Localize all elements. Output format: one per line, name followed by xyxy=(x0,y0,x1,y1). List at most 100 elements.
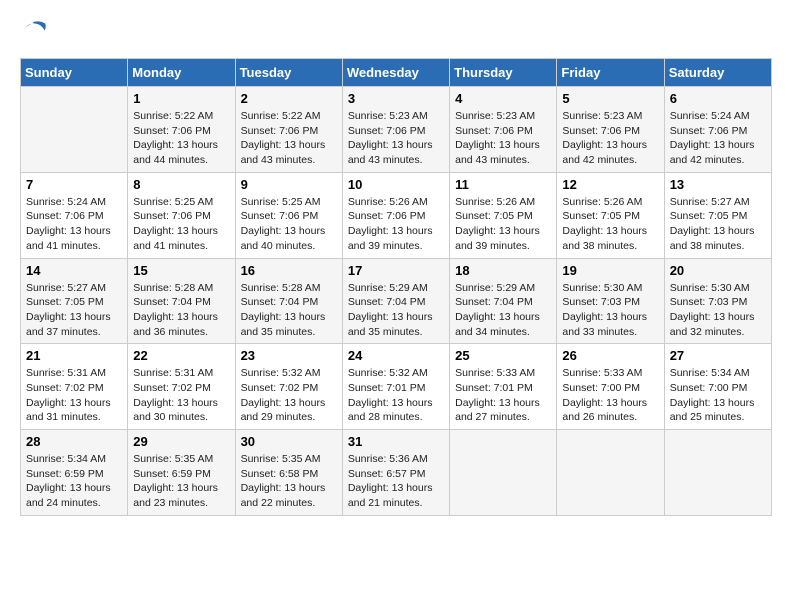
week-row-5: 28Sunrise: 5:34 AMSunset: 6:59 PMDayligh… xyxy=(21,430,772,516)
day-cell: 19Sunrise: 5:30 AMSunset: 7:03 PMDayligh… xyxy=(557,258,664,344)
day-number: 11 xyxy=(455,177,551,192)
day-info: Sunrise: 5:25 AMSunset: 7:06 PMDaylight:… xyxy=(133,195,229,254)
header-wednesday: Wednesday xyxy=(342,59,449,87)
header-monday: Monday xyxy=(128,59,235,87)
day-cell: 20 Sunrise: 5:30 AMSunset: 7:03 PMDayligh… xyxy=(664,258,771,344)
day-cell: 7Sunrise: 5:24 AMSunset: 7:06 PMDaylight… xyxy=(21,172,128,258)
day-cell: 23 Sunrise: 5:32 AMSunset: 7:02 PMDayligh… xyxy=(235,344,342,430)
day-number: 20 xyxy=(670,263,766,278)
day-info: Sunrise: 5:23 AMSunset: 7:06 PMDaylight:… xyxy=(348,109,444,168)
week-row-4: 21 Sunrise: 5:31 AMSunset: 7:02 PMDayligh… xyxy=(21,344,772,430)
day-info: Sunrise: 5:29 AMSunset: 7:04 PMDaylight:… xyxy=(455,281,551,340)
day-cell: 8 Sunrise: 5:25 AMSunset: 7:06 PMDaylight… xyxy=(128,172,235,258)
day-info: Sunrise: 5:26 AMSunset: 7:05 PMDaylight:… xyxy=(455,195,551,254)
day-cell: 13 Sunrise: 5:27 AMSunset: 7:05 PMDayligh… xyxy=(664,172,771,258)
day-number: 16 xyxy=(241,263,337,278)
day-info: Sunrise: 5:23 AMSunset: 7:06 PMDaylight:… xyxy=(455,109,551,168)
day-number: 10 xyxy=(348,177,444,192)
page-header xyxy=(20,20,772,48)
day-number: 22 xyxy=(133,348,229,363)
day-cell: 17 Sunrise: 5:29 AMSunset: 7:04 PMDayligh… xyxy=(342,258,449,344)
day-info: Sunrise: 5:27 AMSunset: 7:05 PMDaylight:… xyxy=(670,195,766,254)
day-info: Sunrise: 5:32 AMSunset: 7:02 PMDaylight:… xyxy=(241,366,337,425)
day-info: Sunrise: 5:31 AMSunset: 7:02 PMDaylight:… xyxy=(26,366,122,425)
day-info: Sunrise: 5:35 AMSunset: 6:58 PMDaylight:… xyxy=(241,452,337,511)
day-cell: 9Sunrise: 5:25 AMSunset: 7:06 PMDaylight… xyxy=(235,172,342,258)
calendar-table: SundayMondayTuesdayWednesdayThursdayFrid… xyxy=(20,58,772,516)
day-cell: 16 Sunrise: 5:28 AMSunset: 7:04 PMDayligh… xyxy=(235,258,342,344)
day-cell: 6 Sunrise: 5:24 AMSunset: 7:06 PMDaylight… xyxy=(664,87,771,173)
day-info: Sunrise: 5:36 AMSunset: 6:57 PMDaylight:… xyxy=(348,452,444,511)
day-number: 2 xyxy=(241,91,337,106)
day-info: Sunrise: 5:24 AMSunset: 7:06 PMDaylight:… xyxy=(26,195,122,254)
day-info: Sunrise: 5:28 AMSunset: 7:04 PMDaylight:… xyxy=(241,281,337,340)
day-number: 4 xyxy=(455,91,551,106)
day-cell: 21 Sunrise: 5:31 AMSunset: 7:02 PMDayligh… xyxy=(21,344,128,430)
header-thursday: Thursday xyxy=(450,59,557,87)
day-cell: 14 Sunrise: 5:27 AMSunset: 7:05 PMDayligh… xyxy=(21,258,128,344)
day-cell: 12Sunrise: 5:26 AMSunset: 7:05 PMDayligh… xyxy=(557,172,664,258)
logo xyxy=(20,20,52,48)
day-number: 23 xyxy=(241,348,337,363)
day-number: 25 xyxy=(455,348,551,363)
day-cell: 11 Sunrise: 5:26 AMSunset: 7:05 PMDayligh… xyxy=(450,172,557,258)
day-cell: 4 Sunrise: 5:23 AMSunset: 7:06 PMDaylight… xyxy=(450,87,557,173)
header-sunday: Sunday xyxy=(21,59,128,87)
day-cell: 27Sunrise: 5:34 AMSunset: 7:00 PMDayligh… xyxy=(664,344,771,430)
day-number: 9 xyxy=(241,177,337,192)
day-cell: 5Sunrise: 5:23 AMSunset: 7:06 PMDaylight… xyxy=(557,87,664,173)
day-cell: 30 Sunrise: 5:35 AMSunset: 6:58 PMDayligh… xyxy=(235,430,342,516)
day-number: 30 xyxy=(241,434,337,449)
day-number: 17 xyxy=(348,263,444,278)
day-cell: 2 Sunrise: 5:22 AMSunset: 7:06 PMDaylight… xyxy=(235,87,342,173)
day-number: 6 xyxy=(670,91,766,106)
day-number: 8 xyxy=(133,177,229,192)
day-info: Sunrise: 5:26 AMSunset: 7:06 PMDaylight:… xyxy=(348,195,444,254)
day-info: Sunrise: 5:32 AMSunset: 7:01 PMDaylight:… xyxy=(348,366,444,425)
day-info: Sunrise: 5:33 AMSunset: 7:01 PMDaylight:… xyxy=(455,366,551,425)
day-number: 15 xyxy=(133,263,229,278)
day-cell: 26Sunrise: 5:33 AMSunset: 7:00 PMDayligh… xyxy=(557,344,664,430)
day-cell xyxy=(664,430,771,516)
day-cell: 3Sunrise: 5:23 AMSunset: 7:06 PMDaylight… xyxy=(342,87,449,173)
day-number: 5 xyxy=(562,91,658,106)
day-cell xyxy=(557,430,664,516)
day-cell: 31Sunrise: 5:36 AMSunset: 6:57 PMDayligh… xyxy=(342,430,449,516)
day-info: Sunrise: 5:26 AMSunset: 7:05 PMDaylight:… xyxy=(562,195,658,254)
day-number: 18 xyxy=(455,263,551,278)
day-info: Sunrise: 5:30 AMSunset: 7:03 PMDaylight:… xyxy=(670,281,766,340)
week-row-2: 7Sunrise: 5:24 AMSunset: 7:06 PMDaylight… xyxy=(21,172,772,258)
day-info: Sunrise: 5:22 AMSunset: 7:06 PMDaylight:… xyxy=(241,109,337,168)
day-number: 26 xyxy=(562,348,658,363)
day-info: Sunrise: 5:34 AMSunset: 6:59 PMDaylight:… xyxy=(26,452,122,511)
day-number: 29 xyxy=(133,434,229,449)
calendar-header-row: SundayMondayTuesdayWednesdayThursdayFrid… xyxy=(21,59,772,87)
day-info: Sunrise: 5:35 AMSunset: 6:59 PMDaylight:… xyxy=(133,452,229,511)
day-cell: 1Sunrise: 5:22 AMSunset: 7:06 PMDaylight… xyxy=(128,87,235,173)
day-cell: 10 Sunrise: 5:26 AMSunset: 7:06 PMDayligh… xyxy=(342,172,449,258)
day-info: Sunrise: 5:30 AMSunset: 7:03 PMDaylight:… xyxy=(562,281,658,340)
week-row-3: 14 Sunrise: 5:27 AMSunset: 7:05 PMDayligh… xyxy=(21,258,772,344)
day-number: 21 xyxy=(26,348,122,363)
day-info: Sunrise: 5:24 AMSunset: 7:06 PMDaylight:… xyxy=(670,109,766,168)
day-cell: 25 Sunrise: 5:33 AMSunset: 7:01 PMDayligh… xyxy=(450,344,557,430)
week-row-1: 1Sunrise: 5:22 AMSunset: 7:06 PMDaylight… xyxy=(21,87,772,173)
logo-icon xyxy=(20,20,48,48)
day-number: 14 xyxy=(26,263,122,278)
day-cell: 18 Sunrise: 5:29 AMSunset: 7:04 PMDayligh… xyxy=(450,258,557,344)
day-number: 13 xyxy=(670,177,766,192)
day-cell xyxy=(450,430,557,516)
day-info: Sunrise: 5:22 AMSunset: 7:06 PMDaylight:… xyxy=(133,109,229,168)
day-info: Sunrise: 5:34 AMSunset: 7:00 PMDaylight:… xyxy=(670,366,766,425)
day-cell: 15 Sunrise: 5:28 AMSunset: 7:04 PMDayligh… xyxy=(128,258,235,344)
day-cell: 28Sunrise: 5:34 AMSunset: 6:59 PMDayligh… xyxy=(21,430,128,516)
day-info: Sunrise: 5:29 AMSunset: 7:04 PMDaylight:… xyxy=(348,281,444,340)
day-cell xyxy=(21,87,128,173)
day-cell: 22 Sunrise: 5:31 AMSunset: 7:02 PMDayligh… xyxy=(128,344,235,430)
day-cell: 24 Sunrise: 5:32 AMSunset: 7:01 PMDayligh… xyxy=(342,344,449,430)
day-info: Sunrise: 5:28 AMSunset: 7:04 PMDaylight:… xyxy=(133,281,229,340)
day-info: Sunrise: 5:31 AMSunset: 7:02 PMDaylight:… xyxy=(133,366,229,425)
header-tuesday: Tuesday xyxy=(235,59,342,87)
day-info: Sunrise: 5:27 AMSunset: 7:05 PMDaylight:… xyxy=(26,281,122,340)
day-number: 24 xyxy=(348,348,444,363)
